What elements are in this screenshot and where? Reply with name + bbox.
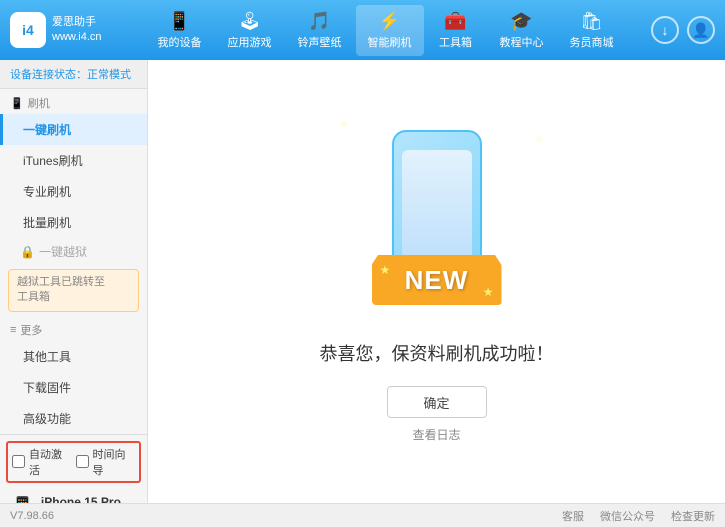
status-prefix: 设备连接状态： [10,69,87,81]
flash-section-icon: 📱 [10,97,24,110]
new-badge-text: NEW [405,265,469,296]
nav-bar: 📱 我的设备 🕹 应用游戏 🎵 铃声壁纸 ⚡ 智能刷机 🧰 工具箱 🎓 教程中心… [120,5,651,56]
download-fw-label: 下载固件 [23,381,71,395]
my-device-icon: 📱 [168,11,190,32]
batch-flash-label: 批量刷机 [23,216,71,230]
itunes-flash-label: iTunes刷机 [23,154,83,168]
section-more: ≡ 更多 [0,316,147,341]
jailbreak-warning: 越狱工具已跳转至工具箱 [8,269,139,312]
nav-apps-games[interactable]: 🕹 应用游戏 [216,5,284,56]
nav-my-device[interactable]: 📱 我的设备 [146,5,214,56]
smart-flash-icon: ⚡ [378,11,400,32]
sidebar-item-one-key-flash[interactable]: 一键刷机 [0,114,147,145]
sparkle-top-left-icon: ✦ [337,115,352,136]
star-right-icon: ★ [483,285,494,299]
download-button[interactable]: ↓ [651,16,679,44]
sidebar-item-batch-flash[interactable]: 批量刷机 [0,207,147,238]
pro-flash-label: 专业刷机 [23,185,71,199]
logo-name: 爱思助手 [52,15,102,30]
time-machine-label[interactable]: 时间向导 [93,446,136,478]
star-left-icon: ★ [380,263,391,277]
logo-text: 爱思助手 www.i4.cn [52,15,102,46]
content-area: ✦ ✦ ★ NEW ★ 恭喜您，保资料刷机成功啦！ 确定 查看日志 [148,60,725,503]
jailbreak-label: 一键越狱 [39,243,87,260]
jailbreak-warning-text: 越狱工具已跳转至工具箱 [17,276,105,303]
header: i4 爱思助手 www.i4.cn 📱 我的设备 🕹 应用游戏 🎵 铃声壁纸 ⚡… [0,0,725,60]
service-label: 务员商城 [570,34,614,50]
check-row: 自动激活 时间向导 [6,441,141,483]
ringtones-label: 铃声壁纸 [298,34,342,50]
confirm-button[interactable]: 确定 [387,386,487,418]
ringtones-icon: 🎵 [308,11,330,32]
apps-games-icon: 🕹 [238,11,261,32]
success-message: 恭喜您，保资料刷机成功啦！ [320,340,554,366]
time-machine-checkbox[interactable] [76,455,89,468]
service-icon: 🛍 [580,11,603,32]
logo-char: i4 [22,22,34,38]
section-flash: 📱 刷机 [0,89,147,114]
toolbox-label: 工具箱 [439,34,472,50]
logo-site: www.i4.cn [52,30,102,45]
auto-activate-label[interactable]: 自动激活 [29,446,72,478]
tutorial-label: 教程中心 [500,34,544,50]
nav-smart-flash[interactable]: ⚡ 智能刷机 [356,5,424,56]
lock-icon: 🔒 [20,245,35,259]
main-layout: 设备连接状态：正常模式 📱 刷机 一键刷机 iTunes刷机 专业刷机 批量刷机… [0,60,725,503]
my-device-label: 我的设备 [158,34,202,50]
user-button[interactable]: 👤 [687,16,715,44]
device-details: iPhone 15 Pro Max 512GB iPhone [41,493,137,503]
apps-games-label: 应用游戏 [228,34,272,50]
advanced-label: 高级功能 [23,412,71,426]
footer-left: V7.98.66 [10,510,54,522]
flash-section-label: 刷机 [28,95,50,111]
phone-screen [402,150,472,270]
footer-right: 客服 微信公众号 检查更新 [562,508,715,524]
footer: V7.98.66 客服 微信公众号 检查更新 [0,503,725,527]
logo-icon: i4 [10,12,46,48]
toolbox-icon: 🧰 [444,11,466,32]
section-jailbreak-disabled: 🔒 一键越狱 [0,238,147,265]
logo-area: i4 爱思助手 www.i4.cn [10,12,120,48]
nav-tutorial[interactable]: 🎓 教程中心 [488,5,556,56]
device-phone-icon: 📱 [10,495,35,503]
sparkle-top-right-icon: ✦ [531,130,546,151]
other-tools-label: 其他工具 [23,350,71,364]
sidebar-item-itunes-flash[interactable]: iTunes刷机 [0,145,147,176]
footer-customer-service[interactable]: 客服 [562,508,584,524]
log-link[interactable]: 查看日志 [412,426,460,443]
new-ribbon: ★ NEW ★ [372,255,502,305]
sidebar-item-pro-flash[interactable]: 专业刷机 [0,176,147,207]
status-value: 正常模式 [87,69,131,81]
phone-graphic: ✦ ✦ ★ NEW ★ [347,120,527,320]
sidebar-status: 设备连接状态：正常模式 [0,60,147,89]
nav-ringtones[interactable]: 🎵 铃声壁纸 [286,5,354,56]
smart-flash-label: 智能刷机 [368,34,412,50]
sidebar-bottom: 自动激活 时间向导 📱 iPhone 15 Pro Max 512GB iPho… [0,434,147,503]
more-section-label: 更多 [20,322,42,338]
sidebar-item-other-tools[interactable]: 其他工具 [0,341,147,372]
footer-wechat-public[interactable]: 微信公众号 [600,508,655,524]
nav-service[interactable]: 🛍 务员商城 [558,5,626,56]
sidebar: 设备连接状态：正常模式 📱 刷机 一键刷机 iTunes刷机 专业刷机 批量刷机… [0,60,148,503]
version-label: V7.98.66 [10,510,54,522]
device-info: 📱 iPhone 15 Pro Max 512GB iPhone [6,489,141,503]
tutorial-icon: 🎓 [510,11,532,32]
sidebar-item-advanced[interactable]: 高级功能 [0,403,147,434]
header-right: ↓ 👤 [651,16,715,44]
nav-toolbox[interactable]: 🧰 工具箱 [426,5,486,56]
more-section-icon: ≡ [10,324,16,336]
device-name: iPhone 15 Pro Max [41,493,137,503]
one-key-flash-label: 一键刷机 [23,123,71,137]
sidebar-item-download-fw[interactable]: 下载固件 [0,372,147,403]
auto-activate-checkbox[interactable] [12,455,25,468]
footer-check-update[interactable]: 检查更新 [671,508,715,524]
